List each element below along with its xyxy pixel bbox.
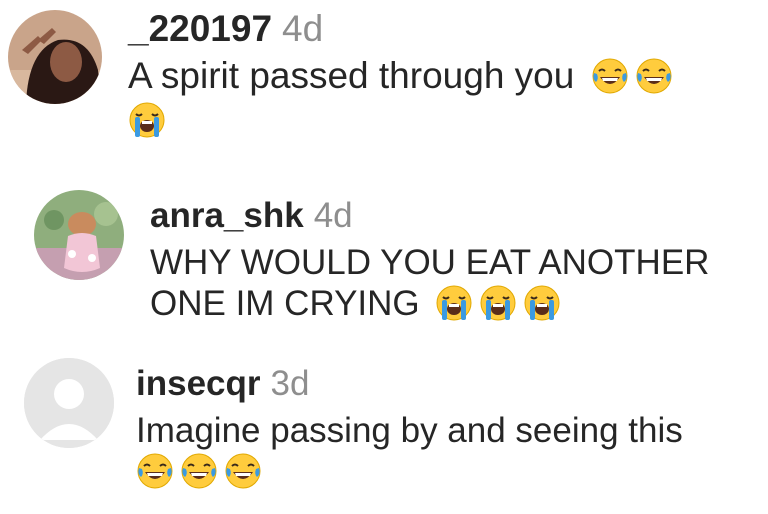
- joy-emoji-icon: [635, 57, 673, 95]
- joy-emoji-icon: [224, 452, 262, 490]
- comment-text: Imagine passing by and seeing this: [136, 410, 756, 493]
- comment-text-content: WHY WOULD YOU EAT ANOTHER ONE IM CRYING: [150, 243, 710, 324]
- avatar[interactable]: [8, 10, 102, 104]
- loudly-crying-emoji-icon: [523, 284, 561, 322]
- comment-meta: insecqr 3d: [136, 364, 756, 406]
- comment-time: 4d: [313, 196, 353, 235]
- username-link[interactable]: insecqr: [136, 364, 261, 404]
- username-link[interactable]: anra_shk: [150, 196, 304, 236]
- comment-text: WHY WOULD YOU EAT ANOTHER ONE IM CRYING: [150, 242, 760, 325]
- comment-meta: _220197 4d: [128, 8, 758, 52]
- comment-text-content: Imagine passing by and seeing this: [136, 411, 683, 450]
- username-link[interactable]: _220197: [128, 8, 272, 50]
- avatar[interactable]: [34, 190, 124, 280]
- comment-text: A spirit passed through you: [128, 54, 758, 141]
- joy-emoji-icon: [180, 452, 218, 490]
- comment-time: 4d: [282, 8, 324, 49]
- loudly-crying-emoji-icon: [435, 284, 473, 322]
- comment-time: 3d: [270, 364, 310, 403]
- loudly-crying-emoji-icon: [479, 284, 517, 322]
- loudly-crying-emoji-icon: [128, 101, 166, 139]
- comment-meta: anra_shk 4d: [150, 196, 760, 238]
- comment-text-content: A spirit passed through you: [128, 55, 575, 96]
- default-avatar-icon[interactable]: [24, 358, 114, 448]
- joy-emoji-icon: [136, 452, 174, 490]
- joy-emoji-icon: [591, 57, 629, 95]
